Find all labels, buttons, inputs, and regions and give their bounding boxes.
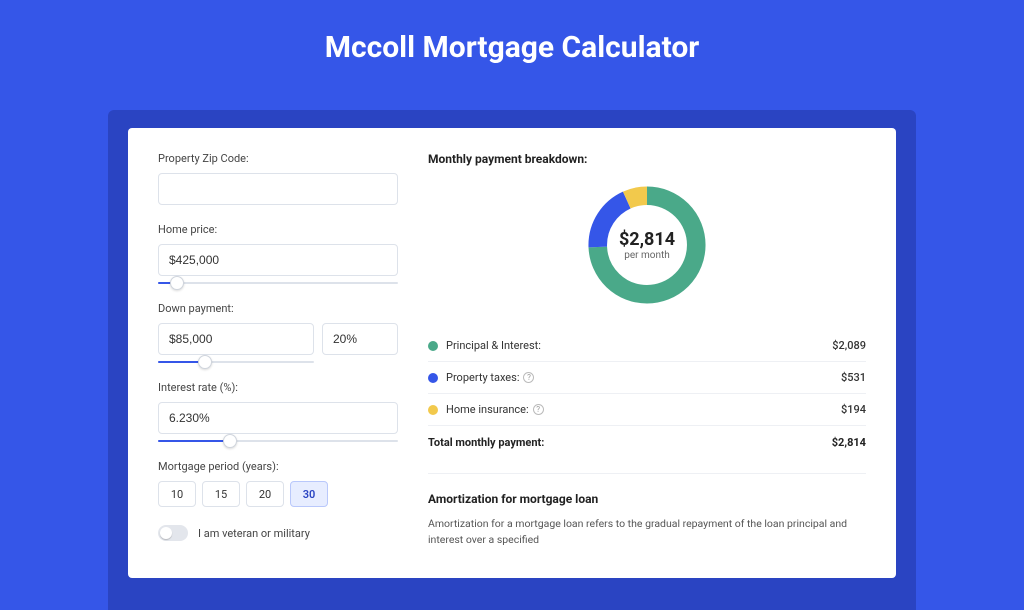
interest-slider-thumb[interactable] <box>223 434 237 448</box>
legend-value-taxes: $531 <box>841 371 866 384</box>
veteran-toggle-knob <box>160 527 172 539</box>
legend-label-taxes-text: Property taxes: <box>446 371 519 384</box>
home-price-slider[interactable] <box>158 282 398 284</box>
period-label: Mortgage period (years): <box>158 460 398 473</box>
interest-slider-fill <box>158 440 230 442</box>
amortization-text: Amortization for a mortgage loan refers … <box>428 516 866 548</box>
legend-dot-taxes <box>428 373 438 383</box>
total-row: Total monthly payment: $2,814 <box>428 426 866 449</box>
down-payment-slider-thumb[interactable] <box>198 355 212 369</box>
donut-chart: $2,814 per month <box>582 180 712 310</box>
legend-row-taxes: Property taxes: ? $531 <box>428 362 866 394</box>
period-option-20[interactable]: 20 <box>246 481 284 507</box>
zip-input[interactable] <box>158 173 398 205</box>
total-label: Total monthly payment: <box>428 436 832 449</box>
legend-label-taxes: Property taxes: ? <box>446 371 841 384</box>
veteran-toggle[interactable] <box>158 525 188 541</box>
donut-chart-wrap: $2,814 per month <box>428 180 866 310</box>
zip-label: Property Zip Code: <box>158 152 398 165</box>
interest-input[interactable] <box>158 402 398 434</box>
legend-row-insurance: Home insurance: ? $194 <box>428 394 866 426</box>
breakdown-column: Monthly payment breakdown: $2,814 per mo… <box>428 152 866 548</box>
legend-dot-principal <box>428 341 438 351</box>
down-payment-amount-input[interactable] <box>158 323 314 355</box>
legend-value-principal: $2,089 <box>832 339 866 352</box>
period-field: Mortgage period (years): 10 15 20 30 <box>158 460 398 507</box>
down-payment-percent-input[interactable] <box>322 323 398 355</box>
period-option-15[interactable]: 15 <box>202 481 240 507</box>
legend-dot-insurance <box>428 405 438 415</box>
period-option-10[interactable]: 10 <box>158 481 196 507</box>
down-payment-slider[interactable] <box>158 361 314 363</box>
amortization-title: Amortization for mortgage loan <box>428 492 866 506</box>
home-price-slider-thumb[interactable] <box>170 276 184 290</box>
breakdown-title: Monthly payment breakdown: <box>428 152 866 166</box>
interest-slider[interactable] <box>158 440 398 442</box>
home-price-label: Home price: <box>158 223 398 236</box>
page-title: Mccoll Mortgage Calculator <box>0 0 1024 91</box>
total-value: $2,814 <box>832 436 866 449</box>
legend-label-principal-text: Principal & Interest: <box>446 339 541 352</box>
period-option-30[interactable]: 30 <box>290 481 328 507</box>
donut-center-sub: per month <box>624 250 670 261</box>
donut-center-amount: $2,814 <box>619 229 675 250</box>
legend-label-principal: Principal & Interest: <box>446 339 832 352</box>
interest-field: Interest rate (%): <box>158 381 398 442</box>
home-price-field: Home price: <box>158 223 398 284</box>
help-icon[interactable]: ? <box>533 404 544 415</box>
amortization-section: Amortization for mortgage loan Amortizat… <box>428 473 866 548</box>
veteran-toggle-label: I am veteran or military <box>198 527 310 540</box>
down-payment-label: Down payment: <box>158 302 398 315</box>
legend-row-principal: Principal & Interest: $2,089 <box>428 330 866 362</box>
down-payment-field: Down payment: <box>158 302 398 363</box>
calculator-panel: Property Zip Code: Home price: Down paym… <box>128 128 896 578</box>
home-price-input[interactable] <box>158 244 398 276</box>
zip-field: Property Zip Code: <box>158 152 398 205</box>
help-icon[interactable]: ? <box>523 372 534 383</box>
legend-label-insurance-text: Home insurance: <box>446 403 529 416</box>
donut-center: $2,814 per month <box>582 180 712 310</box>
period-options: 10 15 20 30 <box>158 481 398 507</box>
legend-label-insurance: Home insurance: ? <box>446 403 841 416</box>
legend-value-insurance: $194 <box>841 403 866 416</box>
form-column: Property Zip Code: Home price: Down paym… <box>158 152 398 548</box>
interest-label: Interest rate (%): <box>158 381 398 394</box>
veteran-toggle-row: I am veteran or military <box>158 525 398 541</box>
